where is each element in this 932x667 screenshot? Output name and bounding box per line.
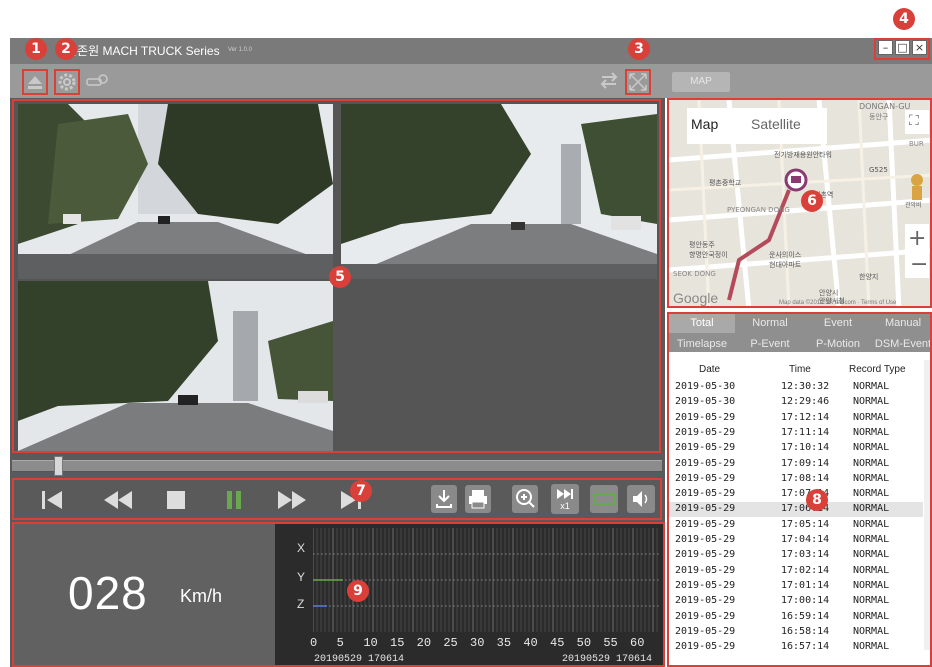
callout-marker: 5 [329,266,351,288]
caption-toggle-icon[interactable] [589,484,619,514]
eject-icon [28,76,42,89]
print-icon[interactable] [464,484,492,514]
g-sensor-tick-label: 20 [416,636,432,650]
map-label: 관악비 [905,202,922,209]
callout-marker: 9 [347,580,369,602]
speed-unit: Km/h [180,586,223,606]
map-label: 평촌중학교 [709,179,742,187]
swap-button[interactable] [598,69,624,95]
eject-button[interactable] [22,69,48,95]
g-sensor-tick-label: 60 [630,636,645,650]
seek-bar[interactable] [12,460,662,472]
map-label: G525 [869,166,888,174]
axis-label-z: Z [297,597,305,611]
car-search-icon [86,74,108,86]
callout-marker: 8 [806,489,828,511]
fullscreen-button[interactable] [625,69,651,95]
toolbar [10,64,932,98]
map-label: 동안구 [869,113,889,121]
zoom-icon[interactable] [511,484,539,514]
g-sensor-tick-label: 0 [310,636,318,650]
g-sensor-tick-label: 40 [523,636,538,650]
map-fullscreen-button[interactable]: ⛶ [909,113,919,129]
fullscreen-icon [629,73,647,91]
map-label: SEOK DONG [673,270,716,278]
playback-controls: x1 [12,478,662,520]
g-sensor-grid [313,528,661,632]
speed-button[interactable]: x1 [551,484,579,514]
map-label: 현대아파트 [769,261,802,269]
download-icon[interactable] [430,484,458,514]
g-sensor-tick-label: 45 [550,636,565,650]
minimize-button[interactable]: – [878,40,893,55]
map-tab[interactable]: MAP [672,72,730,92]
g-sensor-tick-label: 15 [390,636,405,650]
axis-label-y: Y [297,570,306,584]
g-sensor-tick-label: 35 [496,636,512,650]
map-label: 운사의이스 [769,251,802,259]
stop-icon[interactable] [164,488,188,512]
speed-label: x1 [560,501,570,511]
map-label: 전기방재용원안타워 [774,151,832,159]
map-label: 평안동주 [689,241,715,249]
g-sensor-tick-label: 50 [576,636,592,650]
gear-icon [58,73,76,91]
seek-handle[interactable] [53,456,63,476]
skip-previous-icon[interactable] [40,488,66,512]
axis-label-x: X [297,541,306,555]
fast-forward-icon[interactable] [276,488,308,512]
close-button[interactable]: × [912,40,927,55]
map-type-map[interactable]: Map [691,116,718,132]
map-label: PYEONGAN DONG [727,206,790,214]
g-sensor-tick-label: 30 [470,636,485,650]
map-type-satellite[interactable]: Satellite [751,116,801,132]
speed-icon [557,489,573,499]
callout-marker: 1 [25,38,47,60]
maximize-button[interactable]: □ [895,40,910,55]
map-label: 향명안국정이 [689,251,728,259]
speed-value: 028 [68,567,148,619]
map-zoom-out-button[interactable]: − [910,252,928,277]
callout-marker: 7 [350,480,372,502]
callout-marker: 2 [55,38,77,60]
settings-button[interactable] [54,69,80,95]
map-label: BUR [909,140,924,148]
g-sensor-tick-label: 10 [363,636,378,650]
rewind-icon[interactable] [102,488,134,512]
g-sensor-tick-label: 25 [443,636,458,650]
map-zoom-in-button[interactable]: + [908,226,926,251]
camera-feed-side[interactable] [18,281,333,451]
camera-feed-front[interactable] [18,104,333,279]
app-title: 츤존원 MACH TRUCK Series [66,44,220,58]
g-sensor-tick-label: 55 [603,636,618,650]
google-logo: Google [673,290,719,306]
volume-icon[interactable] [626,484,656,514]
map-label: 안양시청 [819,297,845,305]
map-label: DONGAN-GU [859,102,911,111]
map-label: 한양지 [859,273,879,281]
camera-feed-rear[interactable] [341,104,657,279]
callout-marker: 4 [893,8,915,30]
swap-icon [600,72,618,89]
callout-marker: 3 [628,38,650,60]
g-sensor-ticks: 0 5 10 15 20 25 30 35 40 45 50 55 60 [310,636,660,650]
callout-marker: 6 [801,190,823,212]
camera-feed-empty[interactable] [341,281,657,451]
record-list-panel [667,312,932,667]
pause-icon[interactable] [222,488,246,512]
app-version: Ver 1.0.0 [228,47,253,53]
g-sensor-end-time: 20190529 170614 [562,654,653,665]
map-panel[interactable]: Map Satellite + − ⛶ Google Map data ©201… [667,98,932,308]
g-sensor-tick-label: 5 [336,636,344,650]
g-sensor-start-time: 20190529 170614 [314,654,405,665]
car-search-button[interactable] [84,69,110,95]
